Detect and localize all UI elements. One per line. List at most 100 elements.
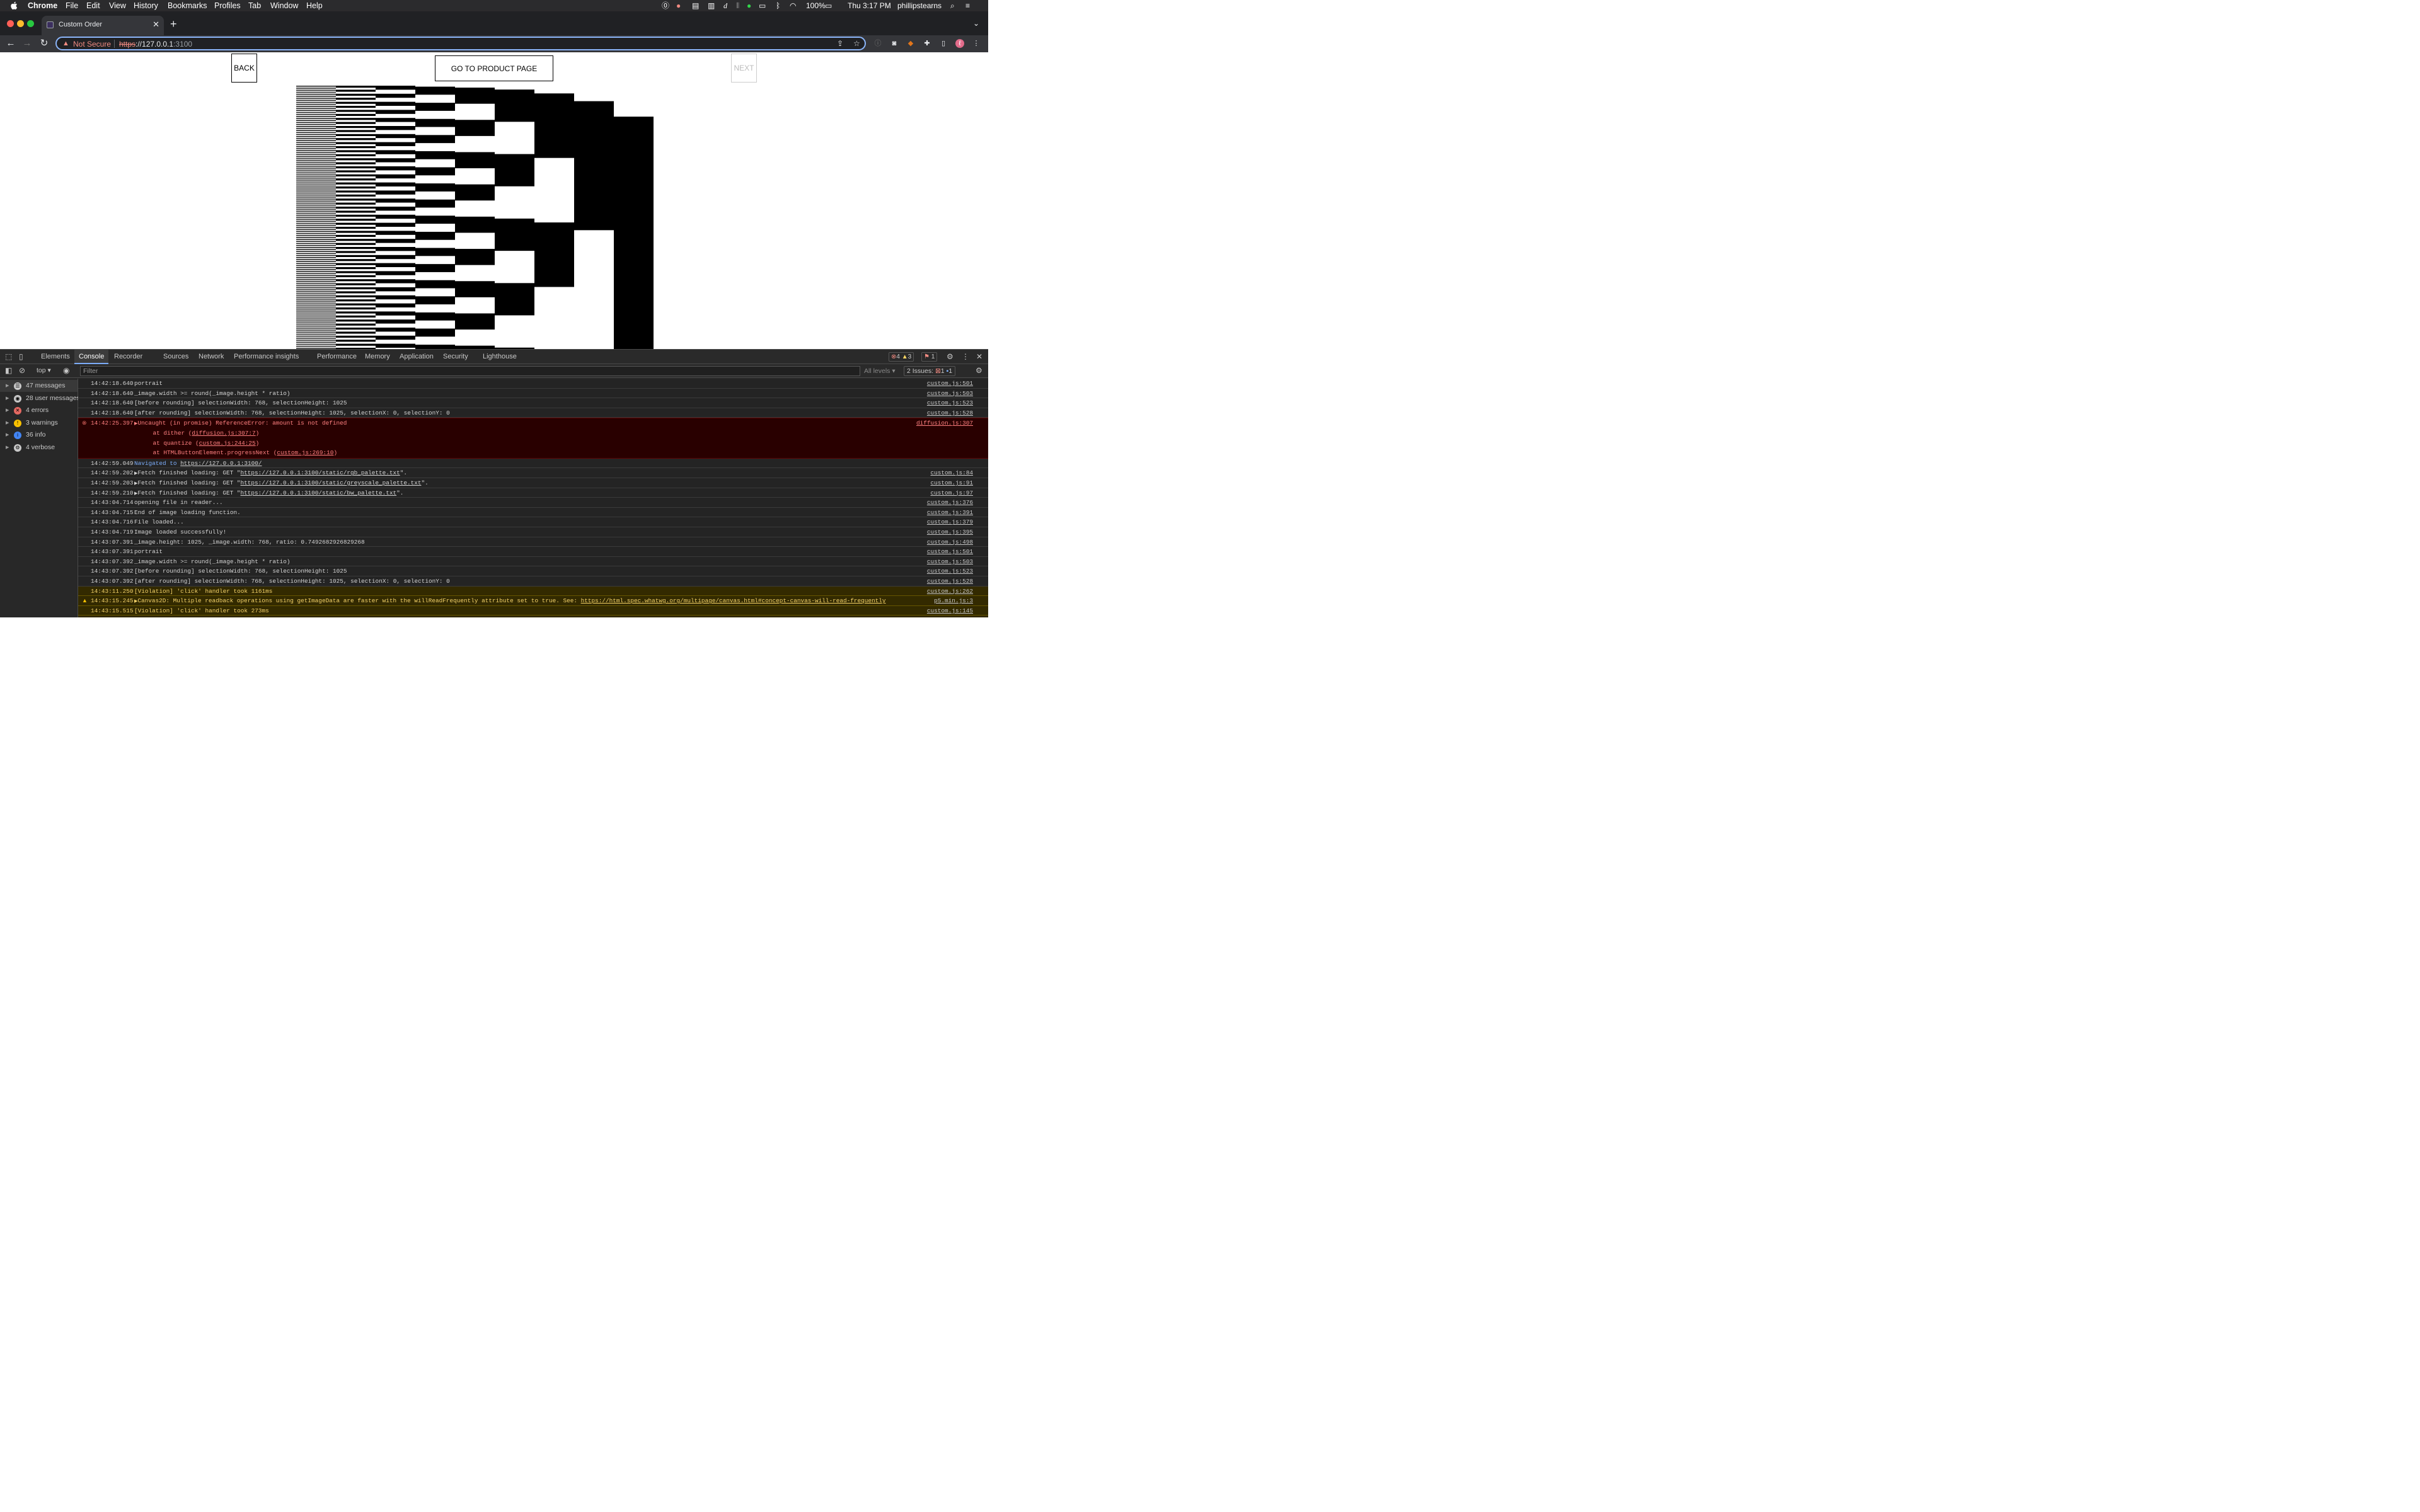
menu-bookmarks[interactable]: Bookmarks	[168, 1, 207, 10]
forward-arrow-icon[interactable]: →	[21, 38, 33, 49]
log-link[interactable]: https://html.spec.whatwg.org/multipage/c…	[581, 597, 886, 604]
bluetooth-icon[interactable]: ᛒ	[776, 1, 780, 10]
console-log-row[interactable]: 14:43:04.716 File loaded... custom.js:379	[78, 517, 988, 527]
dithered-preview-canvas[interactable]	[296, 86, 654, 349]
tab-console[interactable]: Console	[74, 350, 109, 364]
log-source-link[interactable]: custom.js:501	[927, 547, 973, 557]
expand-arrow-icon[interactable]: ▶	[6, 380, 9, 392]
devtools-close-icon[interactable]: ✕	[976, 352, 982, 361]
control-center-icon[interactable]: ≡	[965, 1, 970, 10]
console-log-row[interactable]: 14:43:07.391 _image.height: 1025, _image.…	[78, 537, 988, 547]
menu-help[interactable]: Help	[306, 1, 323, 10]
log-source-link[interactable]: custom.js:498	[927, 537, 973, 547]
tab-lighthouse[interactable]: Lighthouse	[478, 350, 521, 364]
console-log-row[interactable]: 14:43:07.391 portrait custom.js:501	[78, 547, 988, 557]
app-name[interactable]: Chrome	[28, 1, 57, 10]
tab-memory[interactable]: Memory	[360, 350, 395, 364]
notification-badge-icon[interactable]: ●	[676, 1, 681, 10]
calendar-icon[interactable]: ▤	[692, 1, 699, 10]
tab-recorder[interactable]: Recorder	[110, 350, 147, 364]
console-log-row[interactable]: 14:43:04.719 Image loaded successfully! cu…	[78, 527, 988, 537]
menu-profiles[interactable]: Profiles	[214, 1, 241, 10]
log-source-link[interactable]: custom.js:97	[930, 488, 973, 498]
inspect-element-icon[interactable]: ⬚	[5, 352, 12, 361]
console-log-row[interactable]: 14:43:07.392 [before rounding] selectionW…	[78, 566, 988, 576]
console-log-row[interactable]: 14:43:07.392 _image.width >= round(_image…	[78, 557, 988, 567]
apple-logo-icon[interactable]	[10, 1, 18, 10]
battery-icon[interactable]: ▭	[825, 1, 832, 10]
side-panel-icon[interactable]: ▯	[939, 39, 948, 48]
menu-edit[interactable]: Edit	[86, 1, 100, 10]
log-source-link[interactable]: diffusion.js:307	[916, 418, 973, 428]
reload-icon[interactable]: ↻	[38, 38, 50, 49]
extension-info-icon[interactable]: ⓘ	[873, 39, 882, 48]
clock[interactable]: Thu 3:17 PM	[848, 1, 891, 10]
go-to-product-page-button[interactable]: GO TO PRODUCT PAGE	[435, 55, 553, 81]
log-source-link[interactable]: custom.js:391	[927, 508, 973, 518]
issues-counter[interactable]: ⚑ 1	[921, 352, 938, 362]
sidebar-item-verbose[interactable]: ▶ ⚙ 4 verbose	[0, 442, 78, 454]
status-dot-icon[interactable]: ●	[747, 1, 751, 10]
console-error-row[interactable]: ⊗ 14:42:25.397 ▶Uncaught (in promise) Refe…	[78, 418, 988, 459]
tab-application[interactable]: Application	[395, 350, 438, 364]
warning-triangle-icon[interactable]: ▲	[62, 40, 69, 47]
sidebar-item-error[interactable]: ▶ ✕ 4 errors	[0, 404, 78, 416]
console-log-row[interactable]: 14:43:04.715 End of image loading functio…	[78, 508, 988, 518]
console-warning-row[interactable]: ▲ 14:43:15.245 ▶Canvas2D: Multiple readbac…	[78, 596, 988, 606]
sidebar-item-warning[interactable]: ▶! 3 warnings	[0, 417, 78, 429]
tab-sources[interactable]: Sources	[159, 350, 193, 364]
devtools-settings-icon[interactable]: ⚙	[947, 352, 954, 361]
spotlight-search-icon[interactable]: ⌕	[950, 1, 955, 10]
stack-frame-link[interactable]: diffusion.js:307:7	[192, 430, 255, 437]
console-log-row[interactable]: 14:43:11.250 [Violation] 'click' handler …	[78, 586, 988, 597]
log-link[interactable]: https://127.0.0.1:3100/static/rgb_palett…	[241, 469, 400, 476]
log-source-link[interactable]: custom.js:379	[927, 517, 973, 527]
dictionary-icon[interactable]: d	[723, 1, 727, 10]
extensions-puzzle-icon[interactable]: ✚	[923, 39, 931, 48]
live-expression-eye-icon[interactable]: ◉	[63, 366, 69, 375]
audio-meter-icon[interactable]: ⦀	[736, 1, 739, 10]
zoom-window-button[interactable]	[27, 20, 34, 27]
console-log-row[interactable]: 14:43:15.515 [Violation] 'click' handler …	[78, 605, 988, 616]
log-source-link[interactable]: custom.js:91	[930, 478, 973, 488]
log-source-link[interactable]: custom.js:528	[927, 408, 973, 418]
devtools-more-icon[interactable]: ⋮	[962, 352, 969, 361]
console-log-row[interactable]: 14:43:04.714 opening file in reader... cus…	[78, 498, 988, 508]
close-window-button[interactable]	[7, 20, 14, 27]
console-warning-row[interactable]: ▲14:43:23.846▶Canvas2D: Multiple readbac…	[78, 616, 988, 617]
expand-arrow-icon[interactable]: ▶	[6, 417, 9, 429]
console-log-row[interactable]: 14:42:59.210 ▶Fetch finished loading: GET…	[78, 488, 988, 498]
minimize-window-button[interactable]	[17, 20, 24, 27]
tab-network[interactable]: Network	[194, 350, 228, 364]
log-source-link[interactable]: custom.js:376	[927, 498, 973, 508]
expand-arrow-icon[interactable]: ▶	[6, 404, 9, 416]
clear-console-icon[interactable]: ⊘	[19, 366, 25, 375]
back-button[interactable]: BACK	[231, 54, 257, 83]
log-link[interactable]: https://127.0.0.1:3100/static/greyscale_…	[241, 479, 422, 486]
log-source-link[interactable]: custom.js:84	[930, 468, 973, 478]
log-source-link[interactable]: p5.min.js:3	[934, 616, 973, 617]
log-source-link[interactable]: custom.js:523	[927, 566, 973, 576]
expand-arrow-icon[interactable]: ▶	[6, 442, 9, 454]
log-source-link[interactable]: custom.js:262	[927, 587, 973, 597]
expand-arrow-icon[interactable]: ▶	[6, 392, 9, 404]
window-manager-icon[interactable]: ▥	[708, 1, 715, 10]
tab-performance[interactable]: Performance	[313, 350, 361, 364]
tab-security[interactable]: Security	[439, 350, 473, 364]
log-source-link[interactable]: custom.js:503	[927, 389, 973, 399]
menu-window[interactable]: Window	[270, 1, 298, 10]
log-source-link[interactable]: custom.js:145	[927, 606, 973, 616]
menu-file[interactable]: File	[66, 1, 78, 10]
address-url[interactable]: https://127.0.0.1:3100	[119, 40, 192, 49]
close-tab-icon[interactable]: ✕	[153, 20, 159, 30]
device-toolbar-icon[interactable]: ▯	[19, 352, 23, 361]
console-log-row[interactable]: 14:42:18.640 portrait custom.js:501	[78, 379, 988, 389]
share-icon[interactable]: ⇪	[837, 39, 843, 48]
log-link[interactable]: https://127.0.0.1:3100/static/bw_palette…	[241, 490, 397, 496]
log-source-link[interactable]: custom.js:501	[927, 379, 973, 389]
issues-button[interactable]: 2 Issues: ⊠1 ▪1	[904, 366, 956, 376]
log-source-link[interactable]: custom.js:528	[927, 576, 973, 587]
next-button[interactable]: NEXT	[731, 54, 757, 83]
user-name[interactable]: phillipstearns	[897, 1, 942, 10]
console-log-row[interactable]: 14:42:18.640 [after rounding] selectionWi…	[78, 408, 988, 418]
